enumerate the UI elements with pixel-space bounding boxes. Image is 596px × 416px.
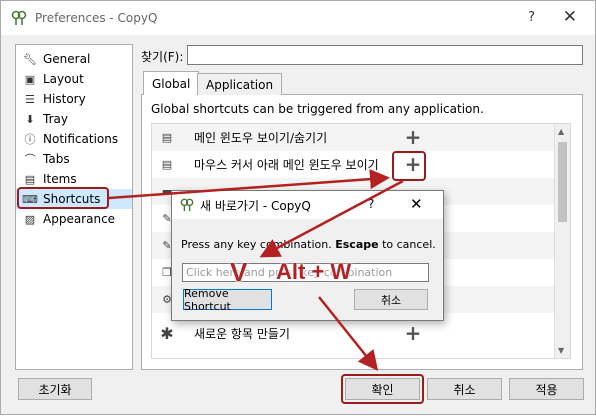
- find-input[interactable]: [187, 45, 583, 65]
- title-bar: Preferences - CopyQ ? ✕: [1, 1, 595, 35]
- shortcut-label: 마우스 커서 아래 메인 윈도우 보이기: [194, 158, 379, 172]
- menu-icon: ▤: [161, 131, 173, 144]
- sidebar-item-tray[interactable]: ⬇ Tray: [16, 109, 132, 129]
- dialog-message: Press any key combination. Escape to can…: [181, 238, 436, 251]
- dialog-help-button[interactable]: ?: [368, 197, 374, 211]
- sidebar-item-items[interactable]: ▤ Items: [16, 169, 132, 189]
- find-label: 찾기(F):: [141, 50, 184, 64]
- scroll-down-icon[interactable]: ▼: [558, 346, 564, 355]
- shortcut-label: 새로운 항목 만들기: [194, 326, 290, 341]
- reset-button[interactable]: 초기화: [18, 378, 92, 400]
- tabs-icon: ⌒: [24, 153, 36, 166]
- message-escape: Escape: [335, 238, 379, 251]
- copyq-logo-icon: [11, 10, 27, 25]
- sidebar-item-label: Appearance: [43, 212, 116, 226]
- help-button[interactable]: ?: [528, 10, 535, 25]
- tab-description: Global shortcuts can be triggered from a…: [151, 102, 484, 116]
- ok-highlight-box: [341, 374, 424, 404]
- asterisk-icon: ✱: [160, 323, 174, 343]
- copyq-logo-icon: [180, 198, 194, 212]
- sidebar-item-general[interactable]: 🔧︎ General: [16, 49, 132, 69]
- info-icon: ⓘ: [24, 133, 36, 146]
- shortcuts-highlight-box: [17, 187, 109, 209]
- preferences-window: Preferences - CopyQ ? ✕ 🔧︎ General ▣ Lay…: [0, 0, 596, 415]
- sidebar-item-label: History: [43, 92, 86, 106]
- layout-icon: ▣: [24, 72, 36, 86]
- image-icon: ▨: [24, 212, 36, 226]
- dialog-title-bar: 새 바로가기 - CopyQ ? ✕: [172, 191, 443, 219]
- add-shortcut-button[interactable]: +: [404, 323, 422, 343]
- sidebar-item-label: Layout: [43, 72, 84, 86]
- tray-icon: ⬇: [25, 112, 35, 126]
- items-icon: ▤: [24, 172, 36, 186]
- shortcut-label: 메인 윈도우 보이기/숨기기: [194, 131, 328, 145]
- message-suffix: to cancel.: [382, 238, 436, 251]
- new-shortcut-dialog: 새 바로가기 - CopyQ ? ✕ Press any key combina…: [171, 190, 444, 321]
- message-prefix: Press any key combination.: [181, 238, 332, 251]
- wrench-icon: 🔧︎: [23, 52, 37, 66]
- sidebar-item-appearance[interactable]: ▨ Appearance: [16, 209, 132, 229]
- plus-highlight-box: [392, 151, 426, 181]
- annotation-check: V: [230, 257, 248, 287]
- close-button[interactable]: ✕: [563, 7, 577, 27]
- add-shortcut-button[interactable]: +: [404, 127, 422, 147]
- sidebar-item-notifications[interactable]: ⓘ Notifications: [16, 129, 132, 149]
- sidebar-item-label: Tray: [43, 112, 68, 126]
- list-icon: ☰: [25, 92, 35, 106]
- remove-shortcut-button[interactable]: Remove Shortcut: [183, 287, 272, 313]
- cancel-button[interactable]: 취소: [427, 378, 502, 400]
- sidebar-item-layout[interactable]: ▣ Layout: [16, 69, 132, 89]
- sidebar-item-label: General: [43, 52, 91, 66]
- sidebar-item-label: Notifications: [43, 132, 119, 146]
- sidebar-item-tabs[interactable]: ⌒ Tabs: [16, 149, 132, 169]
- vertical-scrollbar[interactable]: ▲ ▼: [554, 124, 570, 358]
- tab-global[interactable]: Global: [143, 71, 200, 95]
- dialog-cancel-button[interactable]: 취소: [354, 289, 428, 310]
- apply-button[interactable]: 적용: [509, 378, 584, 400]
- sidebar-item-label: Tabs: [43, 152, 70, 166]
- annotation-keys: Alt + W: [276, 259, 352, 284]
- dialog-title: 새 바로가기 - CopyQ: [200, 198, 311, 213]
- menu-icon: ▤: [161, 158, 173, 171]
- list-item[interactable]: ▤ 메인 윈도우 보이기/숨기기 +: [152, 124, 554, 151]
- scroll-thumb[interactable]: [558, 142, 567, 222]
- window-title: Preferences - CopyQ: [35, 11, 158, 25]
- dialog-close-button[interactable]: ✕: [410, 195, 423, 213]
- scroll-up-icon[interactable]: ▲: [558, 127, 564, 136]
- tab-application[interactable]: Application: [197, 73, 283, 95]
- list-item[interactable]: ▤ 마우스 커서 아래 메인 윈도우 보이기 +: [152, 151, 554, 178]
- sidebar-item-label: Items: [43, 172, 77, 186]
- sidebar-item-history[interactable]: ☰ History: [16, 89, 132, 109]
